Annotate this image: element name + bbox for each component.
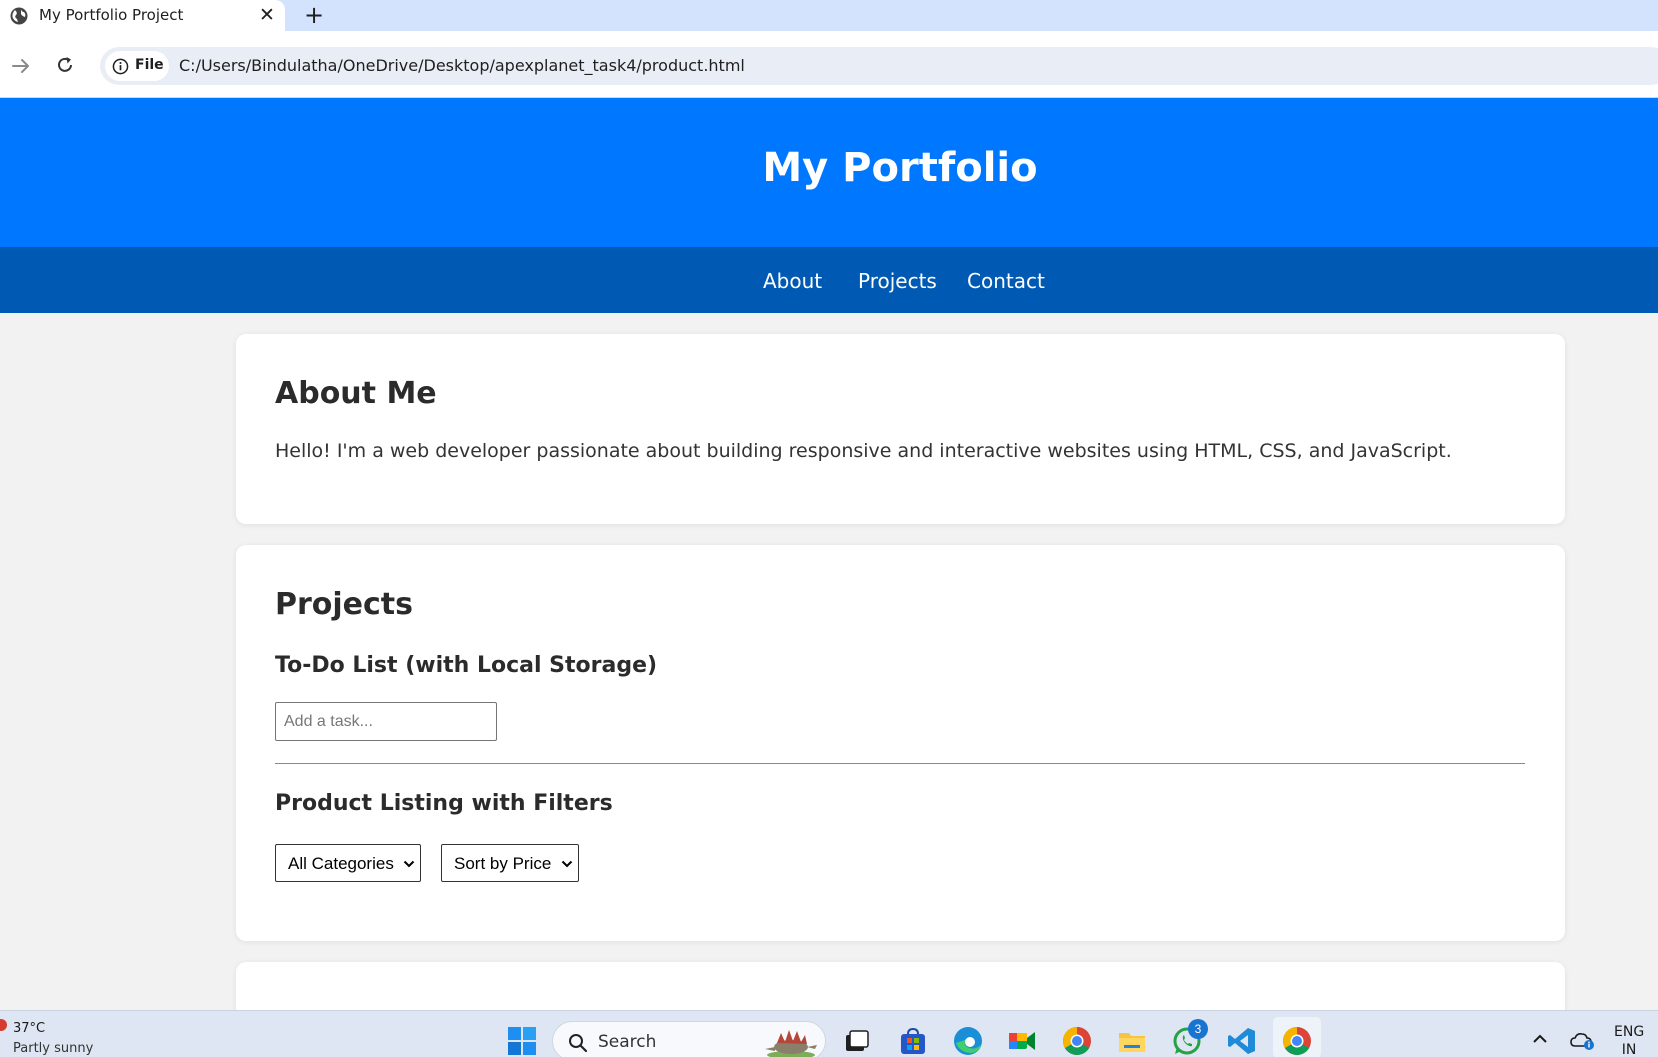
info-icon <box>112 58 129 75</box>
tab-title: My Portfolio Project <box>39 6 184 24</box>
site-info-chip[interactable]: File <box>105 51 169 81</box>
projects-section: Projects To-Do List (with Local Storage)… <box>236 545 1565 941</box>
vscode-icon[interactable] <box>1226 1025 1258 1057</box>
url-text[interactable]: C:/Users/Bindulatha/OneDrive/Desktop/ape… <box>179 56 745 75</box>
add-task-input[interactable] <box>275 702 497 741</box>
site-header: My Portfolio <box>0 98 1658 247</box>
projects-heading: Projects <box>275 587 414 622</box>
browser-tab-strip: My Portfolio Project ✕ + <box>0 0 1658 31</box>
about-heading: About Me <box>275 376 437 411</box>
chevron-up-icon[interactable] <box>1532 1033 1548 1045</box>
site-nav: About Projects Contact <box>0 247 1658 313</box>
onedrive-cloud-icon[interactable] <box>1570 1031 1596 1051</box>
category-select[interactable]: All Categories <box>275 844 421 882</box>
chrome-icon[interactable] <box>1061 1025 1093 1057</box>
browser-toolbar: File C:/Users/Bindulatha/OneDrive/Deskto… <box>0 31 1658 98</box>
language-line-1: ENG <box>1614 1024 1645 1040</box>
new-tab-button[interactable]: + <box>304 2 324 28</box>
edge-icon[interactable] <box>952 1025 984 1057</box>
section-divider <box>275 763 1525 764</box>
search-label: Search <box>598 1032 657 1052</box>
whatsapp-notification-badge: 3 <box>1188 1019 1208 1039</box>
reload-icon[interactable] <box>54 54 76 76</box>
close-tab-icon[interactable]: ✕ <box>259 4 275 26</box>
chevron-down-icon <box>403 860 415 868</box>
site-title: My Portfolio <box>762 145 1038 191</box>
product-listing-heading: Product Listing with Filters <box>275 791 613 816</box>
category-select-value: All Categories <box>288 854 394 873</box>
google-meet-icon[interactable] <box>1006 1025 1038 1057</box>
chevron-down-icon <box>561 860 573 868</box>
forward-arrow-icon[interactable] <box>10 55 32 77</box>
windows-start-icon[interactable] <box>507 1026 537 1056</box>
task-view-icon[interactable] <box>841 1025 873 1057</box>
sort-select[interactable]: Sort by Price <box>441 844 579 882</box>
globe-icon <box>10 7 28 25</box>
browser-tab[interactable]: My Portfolio Project ✕ <box>0 0 285 31</box>
weather-description[interactable]: Partly sunny <box>13 1041 93 1056</box>
todo-heading: To-Do List (with Local Storage) <box>275 653 658 678</box>
site-info-label: File <box>135 57 164 73</box>
sort-select-value: Sort by Price <box>454 854 552 873</box>
nav-link-projects[interactable]: Projects <box>858 269 937 293</box>
taskbar: 37°C Partly sunny Search 3 ENG IN <box>0 1010 1658 1057</box>
language-indicator[interactable]: ENG IN <box>1614 1023 1644 1057</box>
address-bar[interactable]: File C:/Users/Bindulatha/OneDrive/Deskto… <box>100 47 1658 85</box>
nav-link-about[interactable]: About <box>763 269 822 293</box>
weather-temperature[interactable]: 37°C <box>13 1021 45 1036</box>
about-text: Hello! I'm a web developer passionate ab… <box>275 440 1452 462</box>
search-icon <box>569 1034 588 1053</box>
language-line-2: IN <box>1621 1042 1637 1057</box>
microsoft-store-icon[interactable] <box>897 1025 929 1057</box>
weather-alert-icon <box>0 1019 7 1031</box>
chrome-icon[interactable] <box>1281 1025 1313 1057</box>
taskbar-search[interactable]: Search <box>552 1021 826 1057</box>
search-highlight-stegosaurus-icon <box>765 1030 817 1057</box>
nav-link-contact[interactable]: Contact <box>967 269 1045 293</box>
file-explorer-icon[interactable] <box>1116 1025 1148 1057</box>
about-section: About Me Hello! I'm a web developer pass… <box>236 334 1565 524</box>
